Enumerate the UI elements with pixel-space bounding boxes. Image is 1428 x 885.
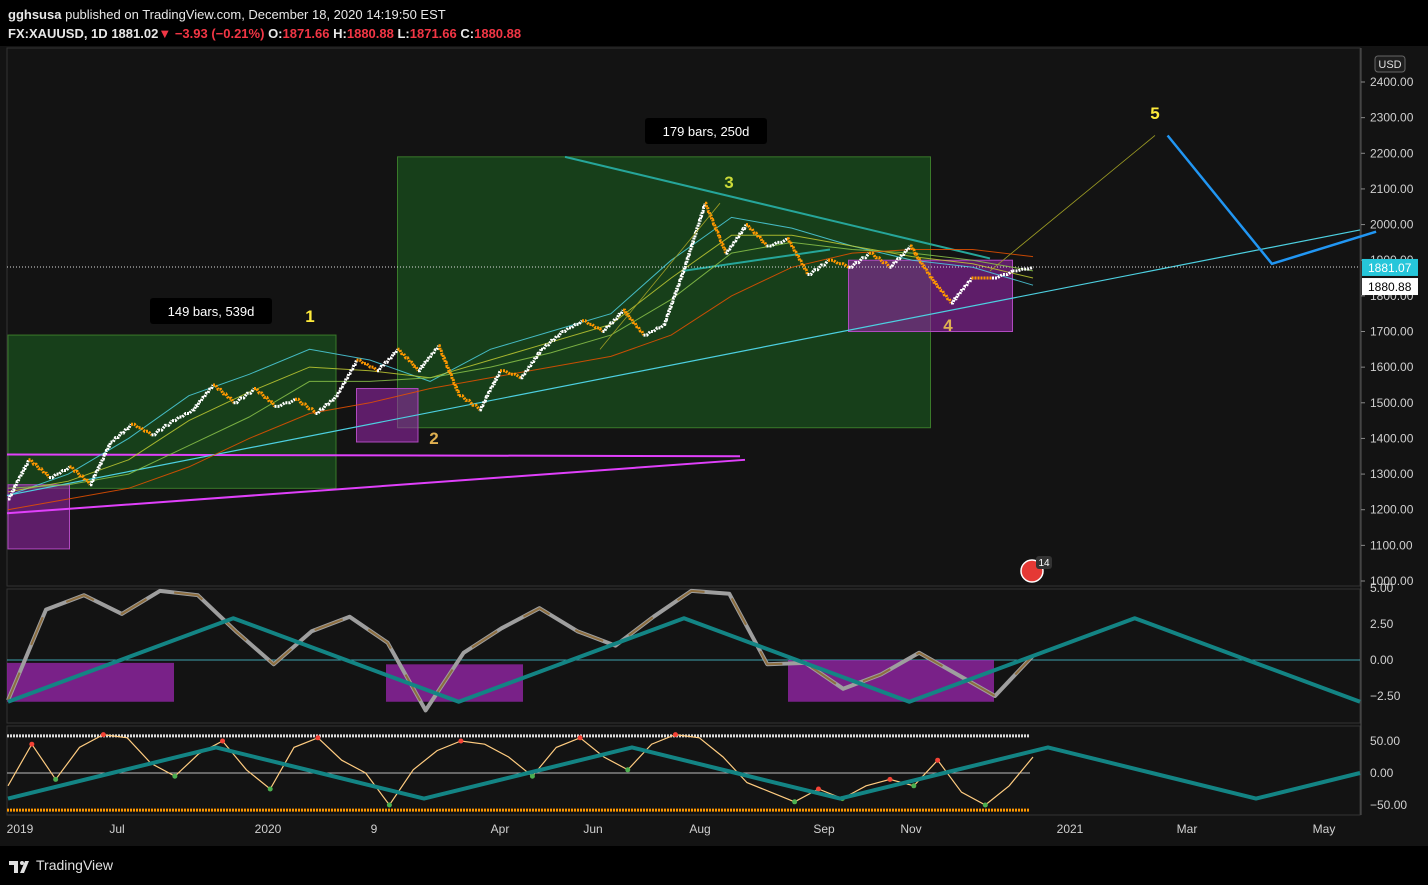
stoch-cross-dot[interactable] — [887, 776, 893, 782]
stoch-cross-dot[interactable] — [386, 802, 392, 808]
purple-zone-2[interactable] — [7, 484, 70, 550]
y-tick-label: 1600.00 — [1370, 360, 1414, 374]
stoch-cross-dot[interactable] — [172, 773, 178, 779]
x-tick-label: Aug — [689, 822, 710, 836]
stoch-cross-dot[interactable] — [792, 799, 798, 805]
stoch-cross-dot[interactable] — [911, 783, 917, 789]
currency-label[interactable]: USD — [1378, 59, 1401, 71]
chart-footer: TradingView — [0, 846, 1428, 885]
price-tag-label-1: 1880.88 — [1368, 280, 1412, 294]
osc-tick-label: 5.00 — [1370, 581, 1394, 595]
y-tick-label: 1700.00 — [1370, 325, 1414, 339]
x-tick-label: 2020 — [255, 822, 282, 836]
wave-label-2[interactable]: 2 — [429, 429, 438, 448]
purple-zone-4[interactable] — [848, 259, 1013, 333]
stoch-cross-dot[interactable] — [982, 802, 988, 808]
x-tick-label: Mar — [1177, 822, 1198, 836]
y-tick-label: 2000.00 — [1370, 218, 1414, 232]
x-tick-label: 9 — [371, 822, 378, 836]
stoch-cross-dot[interactable] — [935, 757, 941, 763]
price-tag-label-0: 1881.07 — [1368, 261, 1412, 275]
y-tick-label: 1400.00 — [1370, 431, 1414, 445]
y-tick-label: 1500.00 — [1370, 396, 1414, 410]
osc-purple-zone-0[interactable] — [7, 662, 174, 702]
y-tick-label: 2300.00 — [1370, 111, 1414, 125]
wave-label-1[interactable]: 1 — [305, 307, 314, 326]
range-label-1[interactable]: 179 bars, 250d — [663, 124, 750, 139]
stoch-cross-dot[interactable] — [458, 738, 464, 744]
x-tick-label: Sep — [813, 822, 835, 836]
x-tick-label: Apr — [491, 822, 510, 836]
y-tick-label: 1100.00 — [1370, 538, 1413, 552]
stoch-cross-dot[interactable] — [220, 738, 226, 744]
stoch-cross-dot[interactable] — [577, 735, 583, 741]
stoch-cross-dot[interactable] — [315, 735, 321, 741]
event-badge-count[interactable]: 14 — [1038, 558, 1050, 569]
purple-zone-3[interactable] — [356, 388, 419, 443]
osc-tick-label: 0.00 — [1370, 653, 1394, 667]
stoch-cross-dot[interactable] — [815, 786, 821, 792]
stoch-tick-label: −50.00 — [1370, 798, 1407, 812]
stoch-tick-label: 0.00 — [1370, 766, 1394, 780]
stoch-cross-dot[interactable] — [672, 732, 678, 738]
x-tick-label: Jul — [109, 822, 124, 836]
range-label-0[interactable]: 149 bars, 539d — [168, 304, 255, 319]
y-tick-label: 2400.00 — [1370, 75, 1414, 89]
y-tick-label: 2100.00 — [1370, 182, 1414, 196]
osc-tick-label: −2.50 — [1370, 689, 1401, 703]
green-zone-0[interactable] — [7, 334, 337, 489]
stoch-cross-dot[interactable] — [267, 786, 273, 792]
wave-label-5[interactable]: 5 — [1150, 104, 1159, 123]
stoch-cross-dot[interactable] — [529, 773, 535, 779]
wave-label-4[interactable]: 4 — [943, 316, 953, 335]
osc-tick-label: 2.50 — [1370, 617, 1394, 631]
x-tick-label: May — [1313, 822, 1336, 836]
x-tick-label: Jun — [583, 822, 602, 836]
y-tick-label: 1300.00 — [1370, 467, 1414, 481]
tradingview-logo-icon[interactable] — [8, 856, 32, 874]
x-tick-label: 2021 — [1057, 822, 1084, 836]
stoch-cross-dot[interactable] — [29, 741, 35, 747]
x-tick-label: Nov — [900, 822, 921, 836]
stoch-cross-dot[interactable] — [100, 732, 106, 738]
stoch-cross-dot[interactable] — [625, 767, 631, 773]
wave-label-3[interactable]: 3 — [724, 173, 733, 192]
stoch-cross-dot[interactable] — [53, 776, 59, 782]
stoch-tick-label: 50.00 — [1370, 734, 1400, 748]
chart-pane-3[interactable] — [6, 725, 1361, 816]
y-tick-label: 2200.00 — [1370, 146, 1414, 160]
y-tick-label: 1200.00 — [1370, 503, 1414, 517]
x-tick-label: 2019 — [7, 822, 34, 836]
tradingview-brand[interactable]: TradingView — [36, 857, 113, 873]
chart-canvas[interactable]: 1000.001100.001200.001300.001400.001500.… — [0, 0, 1428, 885]
